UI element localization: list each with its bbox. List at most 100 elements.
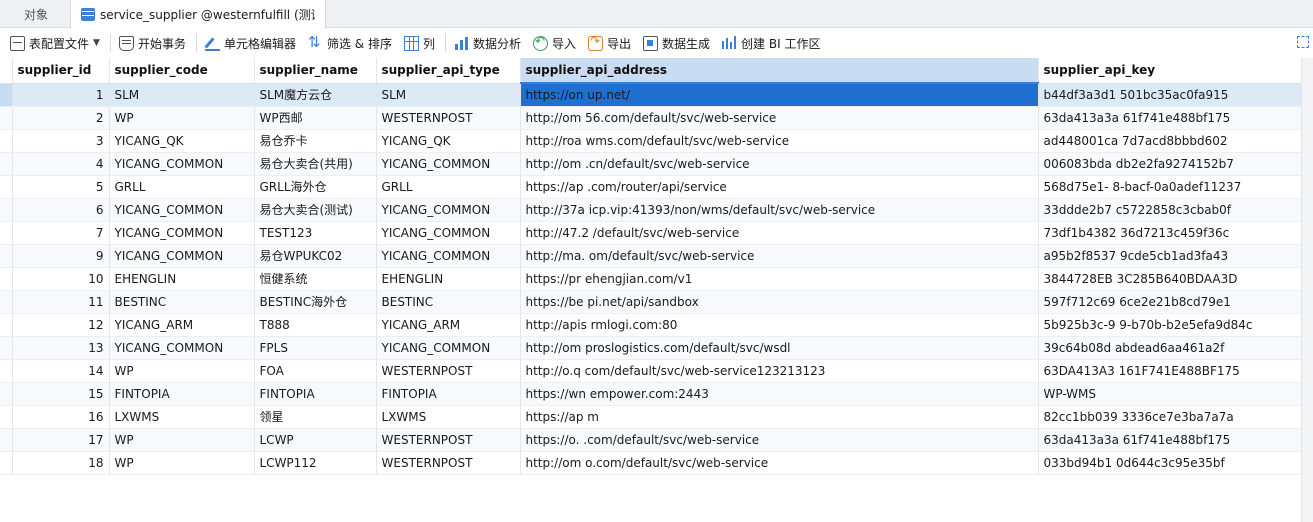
table-cell[interactable]: 63DA413A3 161F741E488BF175 bbox=[1038, 359, 1302, 383]
table-cell[interactable]: BESTINC bbox=[109, 290, 255, 314]
table-cell[interactable]: EHENGLIN bbox=[376, 267, 521, 291]
table-cell[interactable]: 11 bbox=[12, 290, 110, 314]
columns-button[interactable]: 列 bbox=[400, 32, 439, 54]
table-cell[interactable]: http://37a icp.vip:41393/non/wms/default… bbox=[520, 198, 1039, 222]
create-bi-workspace-button[interactable]: 创建 BI 工作区 bbox=[718, 32, 824, 54]
table-cell[interactable]: WP-WMS bbox=[1038, 382, 1302, 406]
table-cell[interactable]: YICANG_COMMON bbox=[376, 152, 521, 176]
table-cell[interactable]: http://om 56.com/default/svc/web-service bbox=[520, 106, 1039, 130]
table-cell[interactable]: WP bbox=[109, 359, 255, 383]
table-cell[interactable]: EHENGLIN bbox=[109, 267, 255, 291]
data-analysis-button[interactable]: 数据分析 bbox=[450, 32, 525, 54]
table-cell[interactable]: 14 bbox=[12, 359, 110, 383]
table-cell[interactable]: YICANG_QK bbox=[376, 129, 521, 153]
table-cell[interactable]: ad448001ca 7d7acd8bbbd602 bbox=[1038, 129, 1302, 153]
table-cell[interactable]: 16 bbox=[12, 405, 110, 429]
row-gutter[interactable] bbox=[0, 152, 13, 176]
table-row[interactable]: 14 WP FOA WESTERNPOST http://o.q com/default… bbox=[0, 359, 1302, 383]
table-cell[interactable]: 17 bbox=[12, 428, 110, 452]
table-row[interactable]: 12 YICANG_ARM T888 YICANG_ARM http://apis rm… bbox=[0, 313, 1302, 337]
table-cell[interactable]: YICANG_COMMON bbox=[376, 244, 521, 268]
table-cell[interactable]: WESTERNPOST bbox=[376, 106, 521, 130]
table-cell[interactable]: 15 bbox=[12, 382, 110, 406]
table-cell[interactable]: 39c64b08d abdead6aa461a2f bbox=[1038, 336, 1302, 360]
row-gutter[interactable] bbox=[0, 129, 13, 153]
vertical-scrollbar[interactable] bbox=[1301, 58, 1313, 522]
table-cell[interactable]: 597f712c69 6ce2e21b8cd79e1 bbox=[1038, 290, 1302, 314]
table-cell[interactable]: 63da413a3a 61f741e488bf175 bbox=[1038, 106, 1302, 130]
table-cell[interactable]: 恒健系统 bbox=[254, 267, 377, 291]
table-cell[interactable]: 易仓大卖合(测试) bbox=[254, 198, 377, 222]
data-generation-button[interactable]: 数据生成 bbox=[639, 32, 714, 54]
table-row[interactable]: 2 WP WP西邮 WESTERNPOST http://om 56.com/defau… bbox=[0, 106, 1302, 130]
table-config-button[interactable]: 表配置文件 ▼ bbox=[6, 32, 104, 54]
table-cell[interactable]: http://apis rmlogi.com:80 bbox=[520, 313, 1039, 337]
row-gutter[interactable] bbox=[0, 451, 13, 475]
table-row[interactable]: 5 GRLL GRLL海外仓 GRLL https://ap .com/router/a… bbox=[0, 175, 1302, 199]
table-cell[interactable]: 易仓乔卡 bbox=[254, 129, 377, 153]
table-cell[interactable]: SLM bbox=[376, 83, 521, 107]
table-cell[interactable]: WESTERNPOST bbox=[376, 428, 521, 452]
table-cell[interactable]: 易仓WPUKC02 bbox=[254, 244, 377, 268]
table-cell[interactable]: LXWMS bbox=[376, 405, 521, 429]
table-cell[interactable]: LCWP112 bbox=[254, 451, 377, 475]
table-cell[interactable]: http://47.2 /default/svc/web-service bbox=[520, 221, 1039, 245]
table-cell[interactable]: YICANG_COMMON bbox=[109, 152, 255, 176]
row-gutter[interactable] bbox=[0, 336, 13, 360]
table-cell[interactable]: 12 bbox=[12, 313, 110, 337]
table-cell[interactable]: https://be pi.net/api/sandbox bbox=[520, 290, 1039, 314]
table-cell[interactable]: YICANG_ARM bbox=[109, 313, 255, 337]
table-cell[interactable]: T888 bbox=[254, 313, 377, 337]
table-row[interactable]: 11 BESTINC BESTINC海外仓 BESTINC https://be pi.… bbox=[0, 290, 1302, 314]
table-cell[interactable]: YICANG_QK bbox=[109, 129, 255, 153]
table-cell[interactable]: SLM魔方云仓 bbox=[254, 83, 377, 107]
table-cell[interactable]: a95b2f8537 9cde5cb1ad3fa43 bbox=[1038, 244, 1302, 268]
table-cell[interactable]: http://om o.com/default/svc/web-service bbox=[520, 451, 1039, 475]
table-cell[interactable]: WP bbox=[109, 428, 255, 452]
table-cell[interactable]: YICANG_COMMON bbox=[109, 221, 255, 245]
table-row[interactable]: 15 FINTOPIA FINTOPIA FINTOPIA https://wn emp… bbox=[0, 382, 1302, 406]
row-gutter[interactable] bbox=[0, 83, 13, 107]
table-cell[interactable]: 5b925b3c-9 9-b70b-b2e5efa9d84c bbox=[1038, 313, 1302, 337]
table-cell[interactable]: 5 bbox=[12, 175, 110, 199]
filter-sort-button[interactable]: 筛选 & 排序 bbox=[304, 32, 396, 54]
table-cell[interactable]: https://pr ehengjian.com/v1 bbox=[520, 267, 1039, 291]
table-cell[interactable]: 10 bbox=[12, 267, 110, 291]
table-row[interactable]: 4 YICANG_COMMON 易仓大卖合(共用) YICANG_COMMON http… bbox=[0, 152, 1302, 176]
table-cell[interactable]: GRLL海外仓 bbox=[254, 175, 377, 199]
table-cell[interactable]: YICANG_COMMON bbox=[376, 198, 521, 222]
table-row[interactable]: 10 EHENGLIN 恒健系统 EHENGLIN https://pr ehengji… bbox=[0, 267, 1302, 291]
row-gutter[interactable] bbox=[0, 198, 13, 222]
row-gutter[interactable] bbox=[0, 267, 13, 291]
table-cell[interactable]: FPLS bbox=[254, 336, 377, 360]
table-cell[interactable]: https://ap m bbox=[520, 405, 1039, 429]
table-cell[interactable]: https://ap .com/router/api/service bbox=[520, 175, 1039, 199]
table-row[interactable]: 3 YICANG_QK 易仓乔卡 YICANG_QK http://roa wms.co… bbox=[0, 129, 1302, 153]
column-header[interactable]: supplier_code bbox=[109, 58, 255, 84]
row-gutter[interactable] bbox=[0, 313, 13, 337]
row-gutter[interactable] bbox=[0, 290, 13, 314]
table-cell[interactable]: WESTERNPOST bbox=[376, 359, 521, 383]
table-cell[interactable]: GRLL bbox=[376, 175, 521, 199]
table-cell[interactable]: 易仓大卖合(共用) bbox=[254, 152, 377, 176]
table-cell[interactable]: 33ddde2b7 c5722858c3cbab0f bbox=[1038, 198, 1302, 222]
table-cell[interactable]: YICANG_ARM bbox=[376, 313, 521, 337]
table-cell[interactable]: YICANG_COMMON bbox=[109, 198, 255, 222]
row-gutter[interactable] bbox=[0, 382, 13, 406]
row-gutter[interactable] bbox=[0, 221, 13, 245]
row-gutter[interactable] bbox=[0, 244, 13, 268]
table-row[interactable]: 7 YICANG_COMMON TEST123 YICANG_COMMON http:/… bbox=[0, 221, 1302, 245]
table-cell[interactable]: LXWMS bbox=[109, 405, 255, 429]
table-row[interactable]: 17 WP LCWP WESTERNPOST https://o. .com/defau… bbox=[0, 428, 1302, 452]
cell-editor-button[interactable]: 单元格编辑器 bbox=[201, 32, 300, 54]
export-button[interactable]: 导出 bbox=[584, 32, 635, 54]
table-cell[interactable]: 4 bbox=[12, 152, 110, 176]
row-gutter[interactable] bbox=[0, 359, 13, 383]
import-button[interactable]: 导入 bbox=[529, 32, 580, 54]
table-cell[interactable]: FINTOPIA bbox=[254, 382, 377, 406]
tab-service-supplier[interactable]: service_supplier @westernfulfill (测试... bbox=[70, 0, 326, 29]
table-cell[interactable]: YICANG_COMMON bbox=[109, 244, 255, 268]
column-header[interactable]: supplier_name bbox=[254, 58, 377, 84]
table-row[interactable]: 1 SLM SLM魔方云仓 SLM https://on up.net/b44df3a3… bbox=[0, 83, 1302, 107]
table-cell[interactable]: http://roa wms.com/default/svc/web-servi… bbox=[520, 129, 1039, 153]
